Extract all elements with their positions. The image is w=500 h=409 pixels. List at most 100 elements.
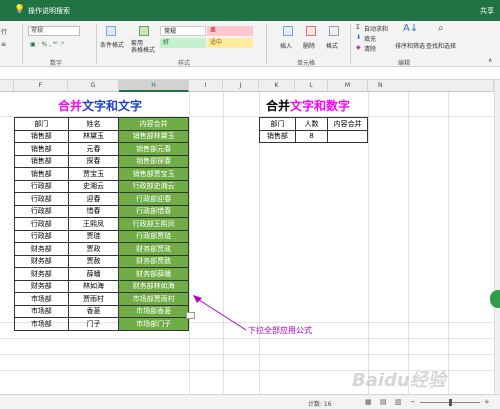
table-cell[interactable]: 市场部门子	[118, 317, 189, 331]
insert-icon[interactable]	[283, 26, 293, 36]
table-cell[interactable]: 贾政	[67, 242, 120, 256]
table-cell[interactable]: 林如海	[67, 279, 120, 293]
style-normal[interactable]: 常规	[160, 26, 206, 36]
table-cell[interactable]: 销售部	[14, 129, 69, 143]
table-cell[interactable]: 行政部	[14, 192, 69, 206]
table-cell[interactable]: 财务部薛蟠	[118, 267, 189, 281]
table-cell[interactable]: 行政部迎春	[118, 192, 189, 206]
find-select-icon[interactable]: ⌕	[438, 23, 444, 34]
table-cell[interactable]: 香菱	[67, 304, 120, 318]
sort-filter-button[interactable]: 排序和筛选	[395, 41, 425, 50]
table-cell[interactable]: 行政部	[14, 179, 69, 193]
table-format-button[interactable]: 套用 表格格式	[131, 40, 155, 54]
table-cell[interactable]: 销售部探春	[118, 154, 189, 168]
table-cell[interactable]: 销售部元春	[118, 142, 189, 156]
table-cell[interactable]: 惜春	[67, 204, 120, 218]
normal-view-icon[interactable]: ▦	[365, 398, 372, 406]
formula-bar[interactable]	[0, 67, 500, 80]
zoom-slider-thumb[interactable]	[449, 399, 452, 406]
table-cell[interactable]: 贾赦	[67, 254, 120, 268]
zoom-out-icon[interactable]: −	[410, 398, 416, 406]
header-cell[interactable]: 部门	[14, 117, 69, 131]
autosum-button[interactable]: 自动求和	[364, 24, 388, 33]
table-cell[interactable]: 8	[294, 129, 329, 143]
table-cell[interactable]: 行政部	[14, 204, 69, 218]
clear-icon[interactable]: ◆	[356, 44, 361, 51]
table-cell[interactable]: 市场部	[14, 317, 69, 331]
clear-button[interactable]: 清除	[364, 44, 376, 53]
table-cell[interactable]: 行政部王熙凤	[118, 217, 189, 231]
delete-button[interactable]: 删除	[303, 41, 315, 50]
table-cell[interactable]: 财务部贾赦	[118, 254, 189, 268]
table-cell[interactable]: 行政部	[14, 217, 69, 231]
style-neutral[interactable]: 适中	[207, 38, 253, 48]
table-cell[interactable]: 市场部	[14, 304, 69, 318]
header-cell[interactable]: 姓名	[67, 117, 120, 131]
insert-button[interactable]: 插入	[280, 41, 292, 50]
find-select-button[interactable]: 查找和选择	[426, 41, 456, 50]
table-cell[interactable]: 销售部	[14, 142, 69, 156]
table-cell[interactable]: 财务部	[14, 254, 69, 268]
table-format-icon[interactable]	[139, 26, 149, 36]
right-table-header-row: 部门 人数 内容合并	[259, 117, 368, 131]
table-cell[interactable]: 财务部贾政	[118, 242, 189, 256]
table-cell[interactable]: 贾琏	[67, 229, 120, 243]
table-cell[interactable]: 财务部	[14, 267, 69, 281]
tell-me-search[interactable]: 操作说明搜索	[28, 6, 70, 16]
table-cell[interactable]: 财务部林如海	[118, 279, 189, 293]
sort-filter-icon[interactable]: A↓	[403, 23, 418, 34]
left-data-table: 部门 姓名 内容合并 销售部 林黛玉 销售部林黛玉 销售部 元春 销售部元春 销售部 探春 销售部探春…	[14, 117, 189, 331]
conditional-format-icon[interactable]	[106, 26, 116, 36]
table-cell[interactable]: 销售部林黛玉	[118, 129, 189, 143]
table-cell[interactable]: 财务部	[14, 242, 69, 256]
header-cell[interactable]: 部门	[259, 117, 296, 131]
table-cell[interactable]: 贾宝玉	[67, 167, 120, 181]
format-icon[interactable]	[329, 26, 339, 36]
number-format-dropdown[interactable]: 常规	[28, 26, 80, 36]
number-format-buttons[interactable]: ▣ · % , ⁰⁰ .⁰	[30, 41, 64, 48]
style-bad[interactable]: 差	[207, 26, 253, 36]
table-row: 市场部 门子 市场部门子	[14, 317, 189, 331]
table-cell[interactable]: 探春	[67, 154, 120, 168]
header-cell[interactable]: 人数	[294, 117, 329, 131]
table-cell[interactable]: 市场部香菱	[118, 304, 189, 318]
table-cell[interactable]: 销售部	[14, 154, 69, 168]
table-cell[interactable]	[327, 129, 368, 143]
page-break-icon[interactable]: ▥	[395, 398, 402, 406]
table-cell[interactable]: 销售部	[259, 129, 296, 143]
table-cell[interactable]: 贾雨村	[67, 292, 120, 306]
header-cell[interactable]: 内容合并	[327, 117, 368, 131]
table-cell[interactable]: 史湘云	[67, 179, 120, 193]
format-button[interactable]: 格式	[326, 41, 338, 50]
collapse-ribbon-icon[interactable]: ∧	[488, 57, 492, 64]
table-cell[interactable]: 林黛玉	[67, 129, 120, 143]
table-cell[interactable]: 王熙凤	[67, 217, 120, 231]
table-cell[interactable]: 市场部	[14, 292, 69, 306]
table-cell[interactable]: 销售部贾宝玉	[118, 167, 189, 181]
autosum-icon[interactable]: Σ	[356, 24, 360, 31]
fill-icon[interactable]: ⬇	[356, 34, 361, 41]
vertical-scrollbar[interactable]	[494, 80, 500, 394]
wrap-icon[interactable]: ≡	[1, 41, 6, 48]
conditional-format-button[interactable]: 条件格式	[100, 40, 124, 49]
header-cell[interactable]: 内容合并	[118, 117, 189, 131]
table-cell[interactable]: 行政部	[14, 229, 69, 243]
delete-icon[interactable]	[306, 26, 316, 36]
zoom-in-icon[interactable]: +	[484, 398, 490, 406]
table-cell[interactable]: 行政部惜春	[118, 204, 189, 218]
table-cell[interactable]: 元春	[67, 142, 120, 156]
table-cell[interactable]: 迎春	[67, 192, 120, 206]
table-cell[interactable]: 销售部	[14, 167, 69, 181]
side-floating-button[interactable]	[490, 290, 500, 308]
fill-button[interactable]: 填充	[364, 34, 376, 43]
page-layout-icon[interactable]: ▤	[380, 398, 387, 406]
table-cell[interactable]: 薛蟠	[67, 267, 120, 281]
table-cell[interactable]: 门子	[67, 317, 120, 331]
table-cell[interactable]: 市场部贾雨村	[118, 292, 189, 306]
share-button[interactable]: 共享	[480, 6, 494, 16]
table-cell[interactable]: 行政部贾琏	[118, 229, 189, 243]
table-cell[interactable]: 行政部史湘云	[118, 179, 189, 193]
style-good[interactable]: 好	[160, 38, 206, 48]
ribbon-separator	[350, 24, 351, 64]
table-cell[interactable]: 财务部	[14, 279, 69, 293]
